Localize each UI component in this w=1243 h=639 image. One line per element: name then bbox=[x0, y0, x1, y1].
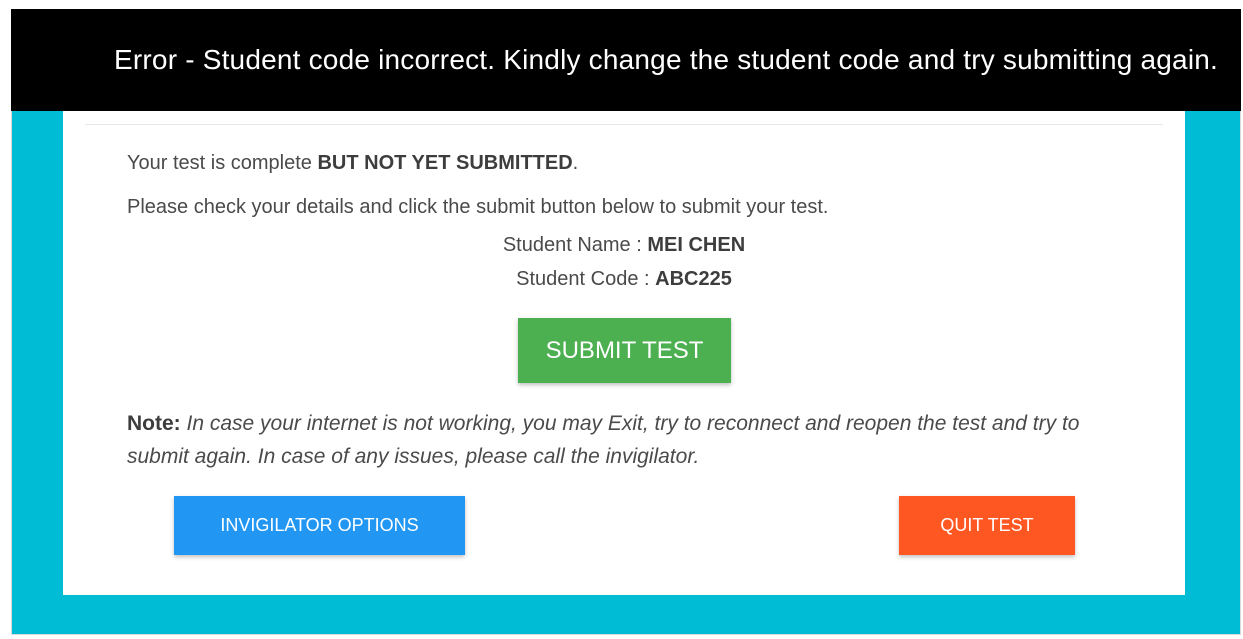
submit-test-button[interactable]: SUBMIT TEST bbox=[518, 318, 731, 383]
student-name-value: MEI CHEN bbox=[647, 234, 746, 256]
status-emphasis: BUT NOT YET SUBMITTED bbox=[317, 152, 573, 174]
note-body: In case your internet is not working, yo… bbox=[127, 412, 1080, 468]
note-text: Note: In case your internet is not worki… bbox=[127, 407, 1117, 473]
note-label: Note: bbox=[127, 412, 181, 435]
student-code-label: Student Code : bbox=[516, 268, 656, 290]
quit-test-button[interactable]: QUIT TEST bbox=[899, 496, 1075, 555]
divider bbox=[85, 124, 1163, 125]
invigilator-options-button[interactable]: INVIGILATOR OPTIONS bbox=[174, 496, 465, 555]
status-suffix: . bbox=[572, 152, 579, 174]
submit-dialog: Your test is complete BUT NOT YET SUBMIT… bbox=[63, 111, 1185, 595]
student-code-row: Student Code : ABC225 bbox=[63, 268, 1185, 291]
completion-status: Your test is complete BUT NOT YET SUBMIT… bbox=[127, 152, 578, 175]
error-message: Error - Student code incorrect. Kindly c… bbox=[114, 44, 1218, 75]
status-prefix: Your test is complete bbox=[127, 152, 318, 174]
student-name-label: Student Name : bbox=[502, 234, 648, 256]
error-banner: Error - Student code incorrect. Kindly c… bbox=[11, 9, 1241, 111]
student-name-row: Student Name : MEI CHEN bbox=[63, 234, 1185, 257]
student-code-value: ABC225 bbox=[655, 268, 732, 290]
instructions-text: Please check your details and click the … bbox=[127, 196, 829, 218]
